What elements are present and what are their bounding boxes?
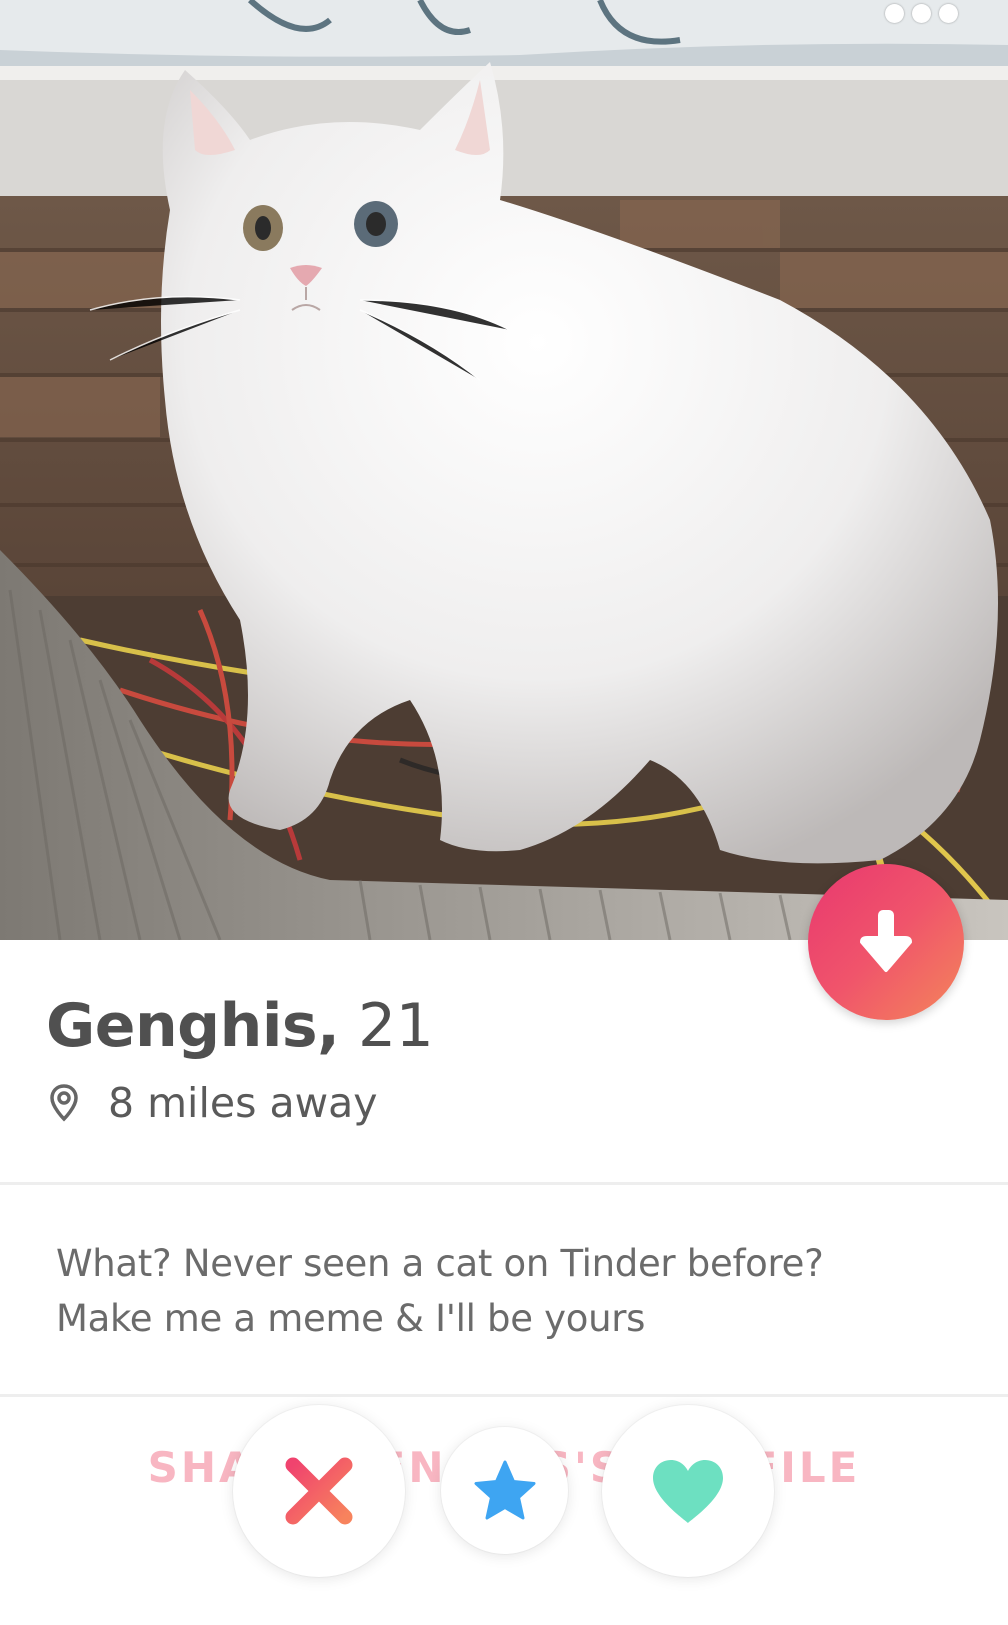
star-icon [474,1460,535,1519]
profile-photo[interactable] [0,0,1008,940]
profile-name-age: Genghis, 21 [46,990,434,1062]
section-divider [0,1182,1008,1185]
arrow-down-icon [860,910,912,972]
bio-line: Make me a meme & I'll be yours [56,1297,646,1340]
section-divider [0,1394,1008,1397]
super-like-button[interactable] [441,1427,568,1554]
profile-bio: What? Never seen a cat on Tinder before?… [56,1236,956,1346]
more-horizontal-icon [885,4,904,23]
profile-age: 21 [357,991,434,1061]
bio-line: What? Never seen a cat on Tinder before? [56,1242,824,1285]
more-options-button[interactable] [885,4,958,23]
like-button[interactable] [602,1405,774,1577]
profile-distance: 8 miles away [46,1075,378,1131]
collapse-profile-button[interactable] [808,864,964,1020]
nope-button[interactable] [233,1405,405,1577]
profile-name: Genghis, [46,991,340,1061]
location-pin-icon [46,1081,82,1125]
heart-icon [653,1460,723,1523]
close-x-icon [285,1457,353,1525]
cat-photo-image [0,0,1008,940]
distance-label: 8 miles away [108,1079,378,1127]
